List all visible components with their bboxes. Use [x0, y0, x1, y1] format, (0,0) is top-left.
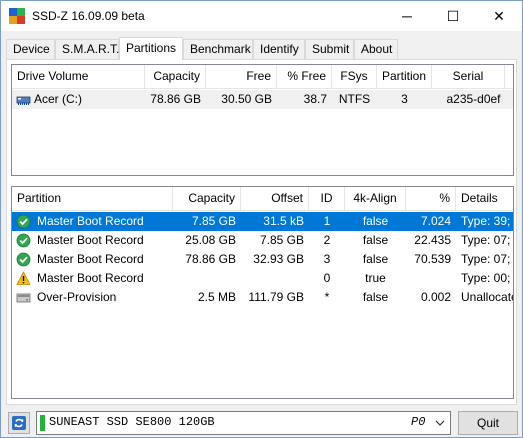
drive-status-indicator [40, 415, 45, 431]
partition-id: 0 [323, 271, 331, 285]
partition-details: Unallocate [461, 290, 514, 304]
partition-row[interactable]: Master Boot Record 78.86 GB 32.93 GB 3 false… [12, 250, 513, 269]
volume-free: 30.50 GB [221, 92, 272, 106]
partition-name: Master Boot Record [37, 252, 144, 266]
partition-list[interactable]: Partition Capacity Offset ID 4k-Align % … [11, 186, 514, 399]
col-free[interactable]: Free [206, 65, 277, 89]
col-id[interactable]: ID [309, 187, 345, 211]
col-pct-free[interactable]: % Free [277, 65, 332, 89]
col-partition-name[interactable]: Partition [12, 187, 173, 211]
volume-name: Acer (C:) [34, 92, 82, 106]
tab-smart[interactable]: S.M.A.R.T. [55, 39, 119, 59]
partition-row[interactable]: Master Boot Record 0 true Type: 00; A [12, 269, 513, 288]
col-details[interactable]: Details [456, 187, 513, 211]
partition-name: Master Boot Record [37, 271, 144, 285]
col-pct[interactable]: % [406, 187, 456, 211]
col-serial[interactable]: Serial [432, 65, 505, 89]
title-bar: SSD-Z 16.09.09 beta ─ ☐ ✕ [1, 1, 522, 31]
col-4k-align[interactable]: 4k-Align [345, 187, 406, 211]
partition-details: Type: 00; A [461, 271, 513, 285]
maximize-button[interactable]: ☐ [430, 1, 476, 31]
disk-icon [16, 293, 31, 303]
drive-port: P0 [411, 415, 426, 429]
partition-pct: 0.002 [420, 290, 451, 304]
tab-benchmark[interactable]: Benchmark [183, 39, 253, 59]
refresh-button[interactable] [8, 412, 30, 434]
partition-id: 2 [323, 233, 331, 247]
volume-pct-free: 38.7 [303, 92, 327, 106]
partition-name: Master Boot Record [37, 233, 144, 247]
partition-id: * [324, 290, 330, 304]
partition-pct: 22.435 [414, 233, 451, 247]
partition-4k-align: false [362, 233, 389, 247]
partition-capacity [173, 269, 241, 288]
volume-list-header: Drive Volume Capacity Free % Free FSys P… [12, 65, 513, 89]
col-fsys[interactable]: FSys [332, 65, 377, 89]
app-logo-icon [9, 8, 25, 24]
partition-pct [406, 269, 456, 288]
tab-identify[interactable]: Identify [253, 39, 305, 59]
drive-selector[interactable]: SUNEAST SSD SE800 120GB P0 [36, 411, 451, 435]
volume-list[interactable]: Drive Volume Capacity Free % Free FSys P… [11, 64, 514, 176]
partition-id: 3 [323, 252, 331, 266]
drive-name: SUNEAST SSD SE800 120GB [49, 415, 215, 429]
quit-button[interactable]: Quit [458, 411, 518, 435]
partition-offset [241, 269, 309, 288]
volume-fsys: NTFS [338, 92, 371, 106]
minimize-button[interactable]: ─ [384, 1, 430, 31]
partition-id: 1 [323, 214, 331, 228]
partition-pct: 70.539 [414, 252, 451, 266]
partition-name: Master Boot Record [37, 214, 144, 228]
col-offset[interactable]: Offset [241, 187, 309, 211]
partition-capacity: 2.5 MB [197, 290, 236, 304]
window-title: SSD-Z 16.09.09 beta [32, 9, 145, 23]
partitions-panel: Drive Volume Capacity Free % Free FSys P… [6, 59, 517, 405]
col-drive-volume[interactable]: Drive Volume [12, 65, 145, 89]
col-partition-capacity[interactable]: Capacity [173, 187, 241, 211]
partition-4k-align: false [362, 290, 389, 304]
partition-capacity: 25.08 GB [185, 233, 236, 247]
check-badge-icon [16, 233, 31, 248]
tab-submit[interactable]: Submit [305, 39, 354, 59]
warning-icon [16, 271, 31, 285]
chevron-down-icon[interactable] [435, 416, 445, 430]
col-capacity[interactable]: Capacity [145, 65, 206, 89]
check-badge-icon [16, 214, 31, 229]
partition-row[interactable]: Master Boot Record 25.08 GB 7.85 GB 2 false 2… [12, 231, 513, 250]
partition-row[interactable]: Master Boot Record 7.85 GB 31.5 kB 1 false 7.… [12, 212, 513, 231]
volume-serial: a235-d0ef [446, 92, 501, 106]
partition-offset: 7.85 GB [259, 233, 304, 247]
partition-details: Type: 07; A [461, 252, 513, 266]
partition-4k-align: true [365, 271, 386, 285]
col-partition[interactable]: Partition [377, 65, 432, 89]
partition-details: Type: 39; A [461, 214, 513, 228]
close-button[interactable]: ✕ [476, 1, 522, 31]
partition-list-header: Partition Capacity Offset ID 4k-Align % … [12, 187, 513, 211]
partition-details: Type: 07; A [461, 233, 513, 247]
volume-partition: 3 [401, 92, 408, 106]
volume-row[interactable]: Acer (C:) 78.86 GB 30.50 GB 38.7 NTFS 3 … [12, 90, 513, 109]
partition-capacity: 78.86 GB [185, 252, 236, 266]
partition-capacity: 7.85 GB [191, 214, 236, 228]
app-window: SSD-Z 16.09.09 beta ─ ☐ ✕ Device S.M.A.R… [0, 0, 523, 438]
partition-4k-align: false [362, 214, 389, 228]
partition-offset: 111.79 GB [248, 290, 304, 304]
partition-row[interactable]: Over-Provision 2.5 MB 111.79 GB * false 0.002… [12, 288, 513, 307]
partition-name: Over-Provision [37, 290, 117, 304]
partition-pct: 7.024 [420, 214, 451, 228]
tab-partitions[interactable]: Partitions [119, 37, 183, 60]
tab-device[interactable]: Device [6, 39, 55, 59]
refresh-icon [12, 416, 26, 430]
check-badge-icon [16, 252, 31, 267]
tab-about[interactable]: About [354, 39, 398, 59]
volume-capacity: 78.86 GB [150, 92, 201, 106]
partition-4k-align: false [362, 252, 389, 266]
partition-offset: 31.5 kB [263, 214, 304, 228]
partition-offset: 32.93 GB [253, 252, 304, 266]
